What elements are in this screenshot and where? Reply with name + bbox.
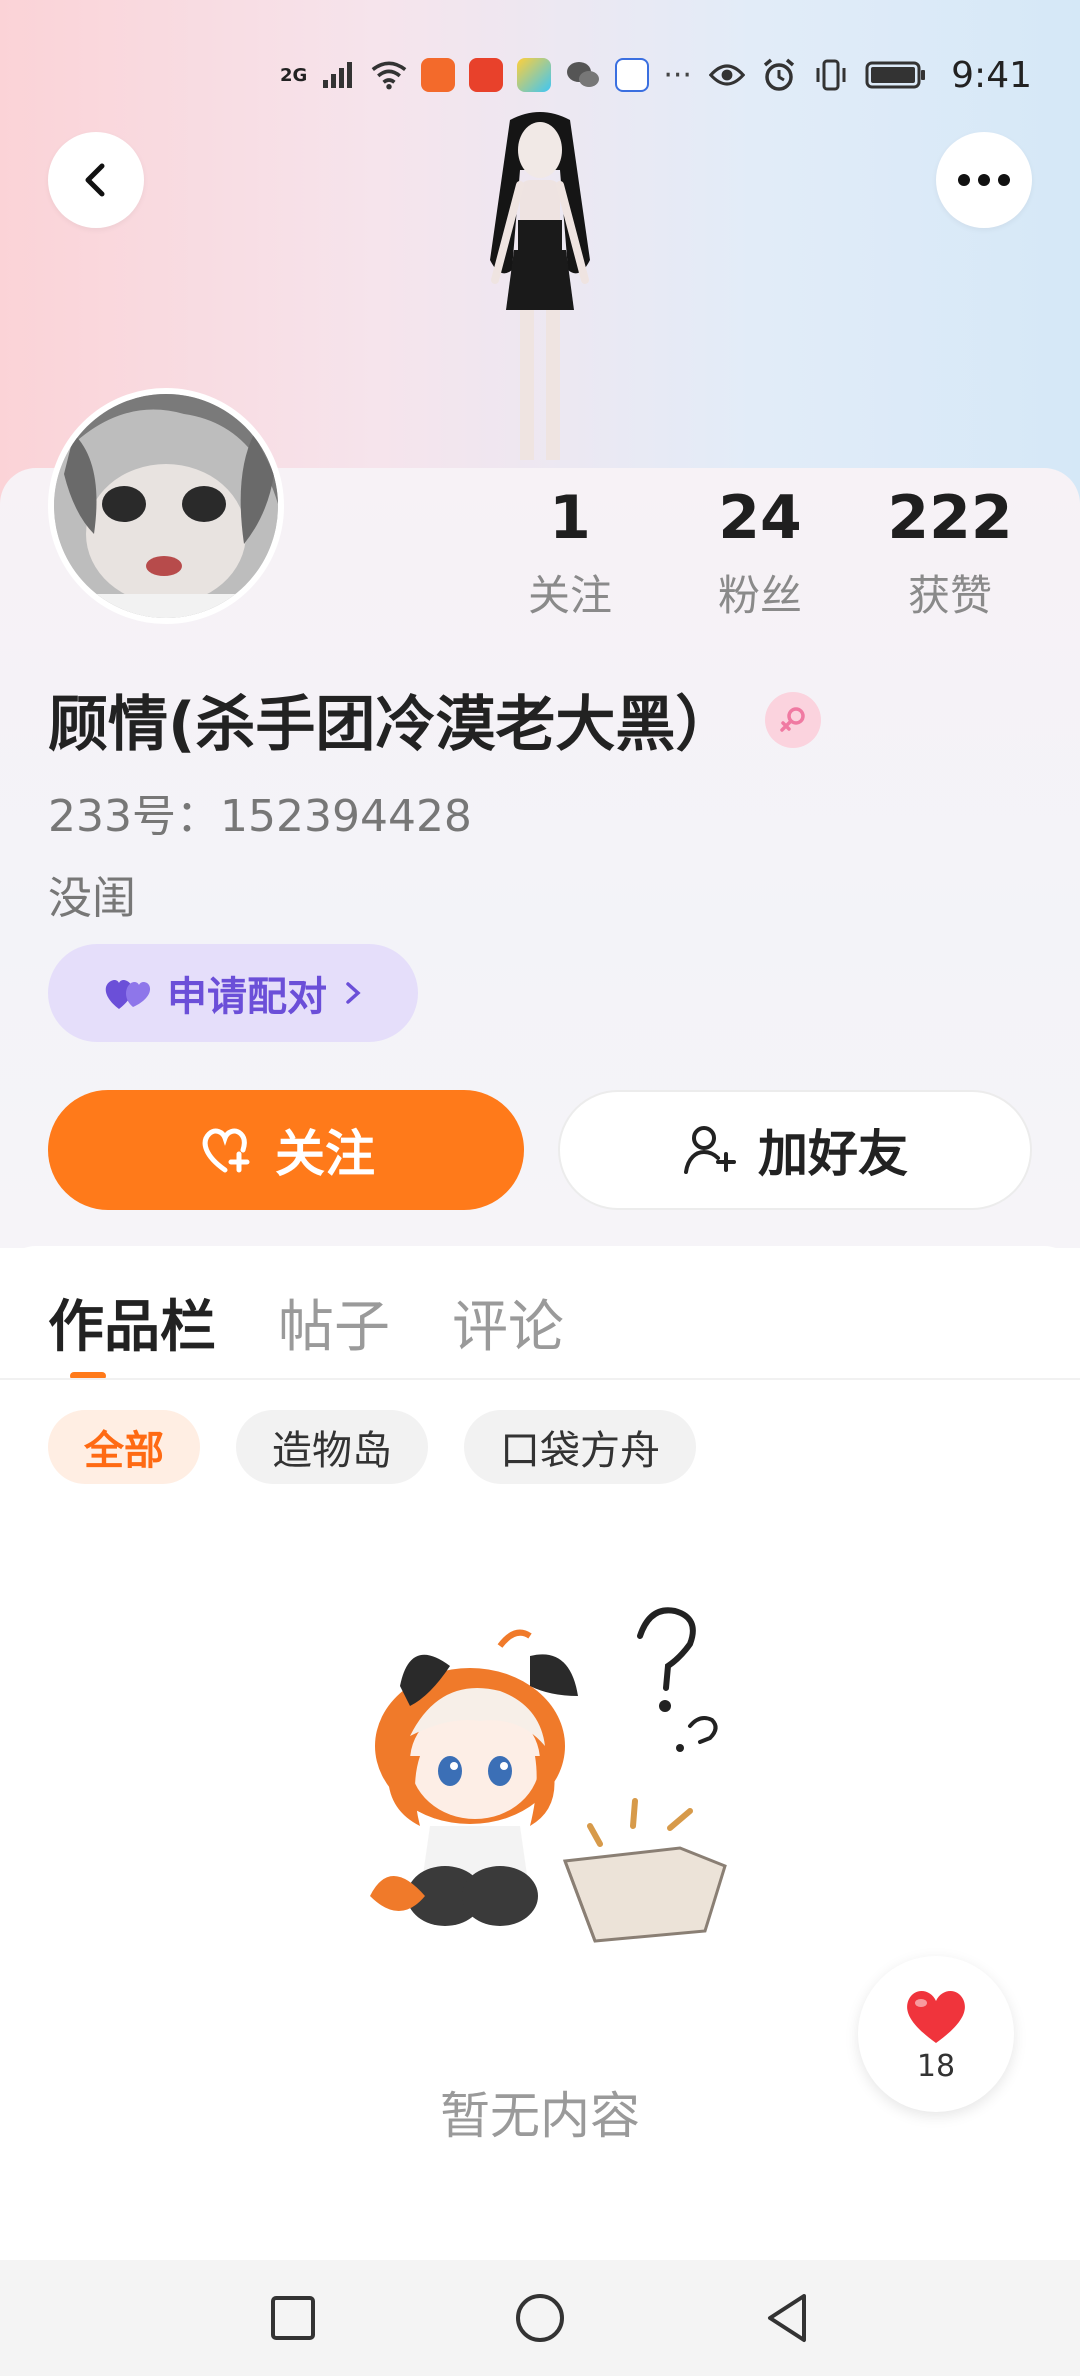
filter-chip-pocket-ark[interactable]: 口袋方舟 [464, 1410, 696, 1484]
stat-followers[interactable]: 24 粉丝 [670, 482, 850, 623]
nav-back-button[interactable] [752, 2283, 822, 2353]
status-time: 9:41 [951, 54, 1032, 96]
follow-button[interactable]: 关注 [48, 1090, 524, 1210]
stat-likes[interactable]: 222 获赞 [860, 482, 1040, 623]
tabs: 作品栏 帖子 评论 [48, 1282, 564, 1363]
chevron-right-icon [346, 982, 361, 1004]
network-type-icon: 2G [280, 64, 308, 86]
eye-icon [709, 57, 746, 93]
request-match-button[interactable]: 申请配对 [48, 944, 418, 1042]
wifi-icon [371, 57, 407, 93]
heart-plus-icon [202, 1128, 250, 1173]
tab-works[interactable]: 作品栏 [48, 1282, 216, 1363]
baidu-icon [615, 58, 650, 92]
like-floating-button[interactable]: 18 [858, 1956, 1014, 2112]
chevron-left-icon [85, 163, 105, 197]
more-options-button[interactable] [936, 132, 1032, 228]
like-count: 18 [916, 2048, 956, 2084]
signal-icon [321, 57, 357, 93]
status-right: 9:41 [709, 55, 1032, 96]
recent-apps-icon [271, 2296, 316, 2340]
heart-icon [907, 1990, 965, 2043]
filter-chip-creation-island[interactable]: 造物岛 [236, 1410, 428, 1484]
avatar-3d-figure [490, 112, 590, 460]
vibrate-icon [813, 57, 849, 93]
tab-posts[interactable]: 帖子 [278, 1282, 390, 1363]
follow-label: 关注 [275, 1125, 375, 1183]
add-user-icon [684, 1126, 736, 1174]
filter-chips: 全部 造物岛 口袋方舟 [48, 1410, 696, 1484]
followers-label: 粉丝 [717, 571, 802, 620]
app-notification-icon [421, 58, 456, 92]
add-friend-label: 加好友 [758, 1125, 908, 1183]
female-gender-icon [765, 691, 822, 748]
home-icon [515, 2294, 564, 2342]
stat-following[interactable]: 1 关注 [480, 482, 660, 623]
system-nav-bar [0, 2260, 1080, 2376]
home-button[interactable] [505, 2283, 575, 2353]
user-id: 233号：152394428 [48, 791, 472, 842]
avatar-image [54, 394, 278, 618]
request-match-label: 申请配对 [167, 974, 327, 1020]
empty-state-illustration [370, 1607, 727, 1943]
wechat-icon [565, 57, 601, 93]
back-button[interactable] [48, 132, 144, 228]
alarm-icon [761, 57, 797, 93]
back-triangle-icon [767, 2294, 806, 2342]
following-count: 1 [549, 483, 591, 553]
tab-comments[interactable]: 评论 [452, 1282, 564, 1363]
add-friend-button[interactable]: 加好友 [558, 1090, 1032, 1210]
tabs-divider [0, 1378, 1080, 1380]
more-horizontal-icon [958, 174, 1010, 186]
status-left: 2G ··· [280, 57, 692, 93]
battery-icon [865, 57, 927, 93]
recent-apps-button[interactable] [258, 2283, 328, 2353]
followers-count: 24 [718, 483, 802, 553]
filter-chip-all[interactable]: 全部 [48, 1410, 200, 1484]
app-notification-icon [469, 58, 504, 92]
user-bio: 没闺 [48, 873, 136, 924]
nickname: 顾情(杀手团冷漠老大黑） [48, 690, 736, 760]
more-notifications-icon: ··· [663, 57, 692, 93]
likes-count: 222 [887, 483, 1013, 553]
likes-label: 获赞 [907, 571, 992, 620]
following-label: 关注 [527, 571, 612, 620]
nickname-row: 顾情(杀手团冷漠老大黑） [48, 676, 822, 763]
stats-row: 1 关注 24 粉丝 222 获赞 [480, 482, 1040, 623]
double-heart-icon [105, 980, 151, 1009]
app-notification-icon [517, 58, 552, 92]
user-avatar[interactable] [48, 388, 284, 624]
